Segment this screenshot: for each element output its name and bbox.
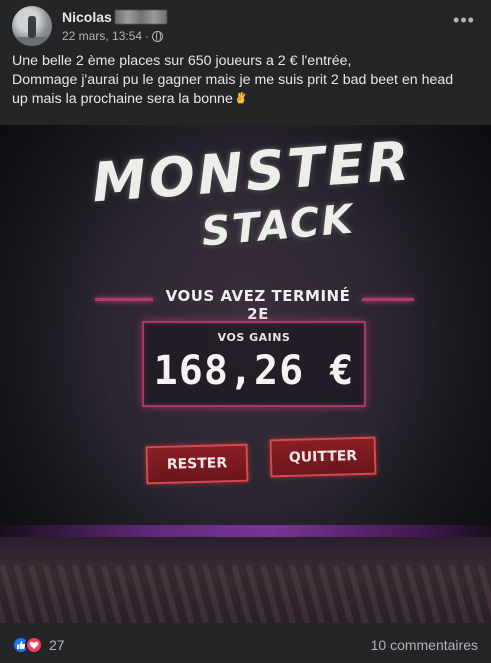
- gains-box: VOS GAINS 168,26 €: [142, 321, 366, 407]
- post-text-line: up mais la prochaine sera la bonne: [12, 90, 484, 109]
- ok-hand-icon: [236, 91, 246, 104]
- gains-label: VOS GAINS: [217, 331, 291, 344]
- post-header: Nicolas 22 mars, 13:54 · •••: [12, 6, 482, 46]
- post-text-line: Une belle 2 ème places sur 650 joueurs a…: [12, 53, 352, 69]
- post-photo[interactable]: MONSTER STACK VOUS AVEZ TERMINÉ 2E VOS G…: [0, 125, 491, 623]
- post-meta: 22 mars, 13:54 ·: [62, 29, 164, 43]
- redacted-surname: [114, 10, 167, 24]
- quit-button[interactable]: QUITTER: [269, 436, 377, 478]
- post-date[interactable]: 22 mars, 13:54: [62, 29, 142, 43]
- meta-separator: ·: [145, 29, 150, 43]
- post-text-line: Dommage j'aurai pu le gagner mais je me …: [12, 72, 454, 88]
- more-options-icon[interactable]: •••: [452, 11, 476, 34]
- love-icon: [25, 636, 43, 654]
- divider-right: [362, 298, 414, 301]
- author-row: Nicolas: [62, 8, 167, 26]
- facebook-post: Nicolas 22 mars, 13:54 · ••• Une belle 2…: [0, 0, 491, 663]
- avatar-figure: [28, 16, 36, 38]
- floor-texture: [0, 565, 491, 623]
- divider-left: [95, 298, 153, 301]
- finish-position: VOUS AVEZ TERMINÉ 2E: [165, 287, 351, 323]
- reaction-count: 27: [49, 637, 65, 653]
- stay-button[interactable]: RESTER: [145, 443, 249, 485]
- post-text-line-content: up mais la prochaine sera la bonne: [12, 91, 233, 107]
- reactions-summary[interactable]: 27: [12, 636, 65, 654]
- post-text: Une belle 2 ème places sur 650 joueurs a…: [12, 52, 484, 109]
- avatar[interactable]: [12, 6, 52, 46]
- post-footer: 27 10 commentaires: [12, 634, 482, 656]
- gains-value: 168,26 €: [153, 348, 355, 394]
- author-name[interactable]: Nicolas: [62, 9, 112, 25]
- avatar-ground: [12, 37, 52, 46]
- purple-stripe: [0, 525, 491, 537]
- globe-icon[interactable]: [152, 30, 164, 42]
- comments-link[interactable]: 10 commentaires: [371, 637, 478, 653]
